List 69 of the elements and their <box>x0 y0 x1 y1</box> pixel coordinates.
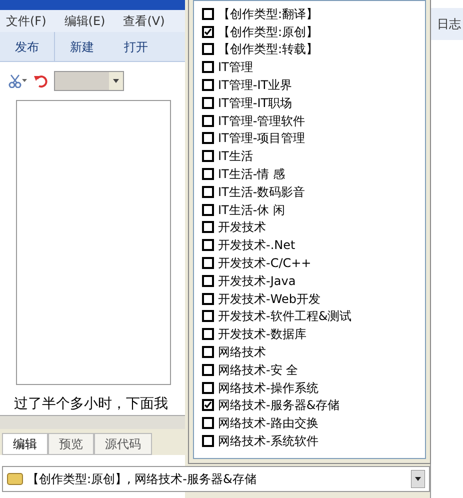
checkbox[interactable] <box>202 310 214 322</box>
category-option[interactable]: 网络技术-安 全 <box>194 360 425 379</box>
undo-icon[interactable] <box>34 74 48 88</box>
tag-icon <box>7 473 23 485</box>
category-option[interactable]: IT生活-情 感 <box>194 165 425 183</box>
category-option[interactable]: IT管理 <box>194 58 425 76</box>
checkbox[interactable] <box>202 257 214 270</box>
checkbox[interactable] <box>202 399 214 412</box>
checkbox[interactable] <box>202 204 214 216</box>
caret-icon <box>109 72 123 90</box>
category-option[interactable]: 网络技术-服务器&存储 <box>194 396 425 414</box>
checkbox[interactable] <box>202 417 214 430</box>
checkbox[interactable] <box>202 239 214 252</box>
category-option[interactable]: 网络技术-系统软件 <box>194 432 425 450</box>
checkbox[interactable] <box>202 274 214 287</box>
category-option[interactable]: 【创作类型:翻译】 <box>194 5 425 23</box>
category-field[interactable]: 【创作类型:原创】, 网络技术-服务器&存储 <box>2 466 430 492</box>
checkmark-icon <box>204 401 212 410</box>
scrollbar[interactable] <box>0 415 185 429</box>
category-option[interactable]: IT管理-项目管理 <box>194 130 425 148</box>
checkbox[interactable] <box>202 364 214 376</box>
category-option[interactable]: 开发技术-Java <box>194 272 425 290</box>
checkbox[interactable] <box>202 96 214 109</box>
category-option[interactable]: 【创作类型:转载】 <box>194 40 425 58</box>
category-option[interactable]: 开发技术-软件工程&测试 <box>194 308 425 326</box>
category-option[interactable]: 【创作类型:原创】 <box>194 22 425 41</box>
toolbar-button[interactable]: 发布 <box>0 32 55 61</box>
checkbox[interactable] <box>202 132 214 144</box>
toolbar-button[interactable]: 新建 <box>55 32 109 61</box>
checkbox[interactable] <box>202 79 214 92</box>
category-option[interactable]: 开发技术-数据库 <box>194 325 425 344</box>
category-option[interactable]: IT管理-IT业界 <box>194 76 425 94</box>
checkbox[interactable] <box>202 26 214 38</box>
category-option[interactable]: 网络技术 <box>194 343 425 361</box>
tab[interactable]: 编辑 <box>2 433 48 455</box>
scissors-icon[interactable] <box>8 74 28 88</box>
category-option[interactable]: IT管理-IT职场 <box>194 94 425 112</box>
category-option[interactable]: IT生活-休 闲 <box>194 200 425 219</box>
paragraph: 过了半个多小时，下面我 <box>14 395 168 413</box>
caret-icon[interactable] <box>411 470 425 488</box>
menu-item[interactable]: 文件(F) <box>6 12 46 30</box>
checkbox[interactable] <box>202 168 214 180</box>
checkbox[interactable] <box>202 328 214 340</box>
menu-item[interactable]: 编辑(E) <box>64 12 106 30</box>
checkbox[interactable] <box>202 61 214 74</box>
checkbox[interactable] <box>202 43 214 56</box>
checkbox[interactable] <box>202 8 214 20</box>
checkbox[interactable] <box>202 221 214 234</box>
category-option[interactable]: IT生活 <box>194 147 425 166</box>
checkbox[interactable] <box>202 186 214 198</box>
category-option[interactable]: 网络技术-操作系统 <box>194 378 425 397</box>
category-option[interactable]: 网络技术-路由交换 <box>194 414 425 432</box>
toolbar-button[interactable]: 打开 <box>109 32 163 61</box>
checkbox[interactable] <box>202 292 214 305</box>
category-option[interactable]: 开发技术-C/C++ <box>194 254 425 272</box>
menu-item[interactable]: 查看(V) <box>123 12 165 30</box>
tab[interactable]: 预览 <box>48 433 94 455</box>
checkbox[interactable] <box>202 382 214 394</box>
tab[interactable]: 源代码 <box>94 433 152 455</box>
category-option[interactable]: IT管理-管理软件 <box>194 112 425 130</box>
checkbox[interactable] <box>202 435 214 448</box>
checkbox[interactable] <box>202 150 214 162</box>
checkbox[interactable] <box>202 346 214 358</box>
category-option[interactable]: 开发技术 <box>194 218 425 236</box>
category-option[interactable]: IT生活-数码影音 <box>194 182 425 201</box>
checkmark-icon <box>204 28 212 36</box>
category-option[interactable]: 开发技术-Web开发 <box>194 290 425 308</box>
checkbox[interactable] <box>202 114 214 127</box>
category-option[interactable]: 开发技术-.Net <box>194 236 425 254</box>
